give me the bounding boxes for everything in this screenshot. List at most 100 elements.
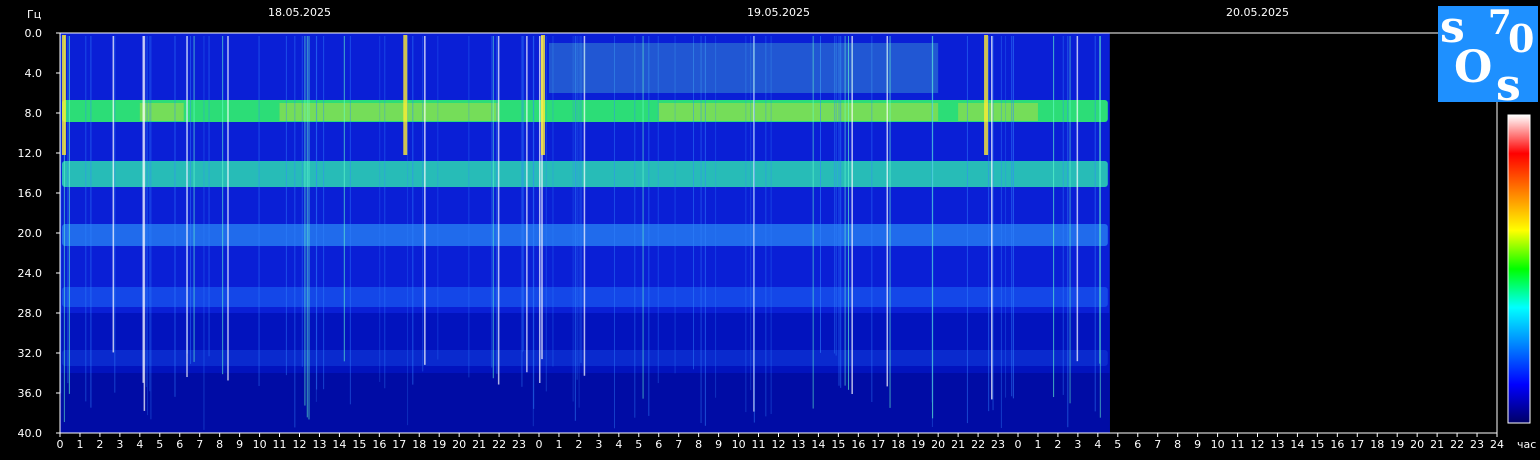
spectrogram-heatmap — [60, 33, 1110, 433]
x-tick-label: 20 — [931, 438, 945, 451]
interference-streak — [308, 36, 310, 420]
x-tick-label: 10 — [732, 438, 746, 451]
interference-streak — [437, 36, 439, 360]
x-tick-label: 12 — [772, 438, 786, 451]
interference-streak — [193, 36, 195, 362]
x-tick-label: 23 — [512, 438, 526, 451]
interference-streak — [379, 36, 381, 382]
logo-letter-s2: s — [1496, 60, 1521, 111]
burst-column — [540, 35, 545, 155]
interference-streak — [1000, 36, 1002, 429]
burst-column — [61, 35, 66, 155]
x-tick-label: 21 — [1430, 438, 1444, 451]
x-tick-label: 10 — [253, 438, 267, 451]
x-tick-label: 14 — [332, 438, 346, 451]
date-label: 20.05.2025 — [1226, 6, 1289, 19]
x-tick-label: 23 — [1470, 438, 1484, 451]
interference-streak — [491, 36, 493, 368]
interference-streak — [114, 36, 116, 393]
y-tick-label: 24.0 — [18, 267, 43, 280]
x-tick-label: 14 — [811, 438, 825, 451]
interference-streak — [613, 36, 615, 429]
x-tick-label: 16 — [372, 438, 386, 451]
interference-streak — [208, 36, 210, 357]
y-tick-label: 40.0 — [18, 427, 43, 440]
x-tick-label: 12 — [293, 438, 307, 451]
x-tick-label: 1 — [555, 438, 562, 451]
interference-streak — [700, 36, 702, 424]
interference-streak — [765, 36, 767, 417]
x-tick-label: 18 — [891, 438, 905, 451]
interference-streak — [1099, 36, 1101, 418]
colorbar-rect — [1507, 114, 1531, 424]
interference-streak — [150, 36, 152, 420]
interference-streak — [634, 36, 636, 418]
x-tick-label: 0 — [536, 438, 543, 451]
x-tick-label: 1 — [1034, 438, 1041, 451]
x-tick-label: 6 — [1134, 438, 1141, 451]
interference-streak — [545, 36, 547, 392]
interference-streak — [343, 36, 345, 362]
burst-column — [403, 35, 408, 155]
y-tick-label: 12.0 — [18, 147, 43, 160]
interference-streak — [1011, 36, 1013, 397]
interference-streak — [112, 36, 115, 353]
x-tick-label: 11 — [273, 438, 287, 451]
x-tick-label: 22 — [1450, 438, 1464, 451]
spectrogram-chart: Гц 0.0 4.0 8.0 12.0 16.0 20.0 24.0 28.0 32.0 36.0… — [18, 2, 1538, 451]
interference-streak — [227, 36, 229, 381]
interference-streak — [349, 36, 351, 405]
x-tick-label: 7 — [196, 438, 203, 451]
x-tick-label: 9 — [715, 438, 722, 451]
y-tick-label: 28.0 — [18, 307, 43, 320]
x-tick-label: 11 — [752, 438, 766, 451]
interference-streak — [1076, 36, 1079, 362]
x-tick-label: 24 — [1490, 438, 1504, 451]
heatmap-bottom-band — [60, 373, 1110, 433]
x-tick-label: 15 — [1310, 438, 1324, 451]
x-tick-label: 17 — [392, 438, 406, 451]
x-axis-label: час — [1517, 438, 1536, 451]
x-tick-label: 7 — [675, 438, 682, 451]
x-tick-label: 15 — [831, 438, 845, 451]
x-tick-label: 19 — [1390, 438, 1404, 451]
interference-streak — [149, 36, 151, 392]
x-tick-label: 18 — [412, 438, 426, 451]
date-label: 19.05.2025 — [747, 6, 810, 19]
interference-streak — [67, 36, 69, 384]
interference-streak — [424, 36, 426, 365]
interference-streak — [145, 36, 147, 388]
x-tick-label: 22 — [492, 438, 506, 451]
interference-streak — [1005, 36, 1007, 398]
x-tick-label: 12 — [1251, 438, 1265, 451]
y-tick-label: 32.0 — [18, 347, 43, 360]
x-tick-label: 8 — [1174, 438, 1181, 451]
top-noise — [548, 43, 939, 93]
x-tick-label: 9 — [236, 438, 243, 451]
x-tick-label: 1 — [76, 438, 83, 451]
x-tick-label: 2 — [96, 438, 103, 451]
x-tick-label: 6 — [655, 438, 662, 451]
date-label: 18.05.2025 — [268, 6, 331, 19]
x-tick-label: 19 — [911, 438, 925, 451]
x-tick-label: 9 — [1194, 438, 1201, 451]
x-tick-label: 14 — [1290, 438, 1304, 451]
interference-streak — [492, 36, 494, 379]
interference-streak — [538, 36, 541, 384]
y-tick-label: 16.0 — [18, 187, 43, 200]
x-tick-label: 21 — [951, 438, 965, 451]
x-tick-label: 16 — [1330, 438, 1344, 451]
x-tick-label: 10 — [1211, 438, 1225, 451]
x-tick-label: 5 — [635, 438, 642, 451]
interference-streak — [497, 36, 500, 385]
interference-streak — [285, 36, 287, 376]
plot-area — [59, 32, 1498, 434]
interference-streak — [468, 36, 470, 378]
interference-streak — [412, 36, 414, 385]
y-tick-label: 8.0 — [25, 107, 43, 120]
x-tick-label: 20 — [452, 438, 466, 451]
y-tick-label: 4.0 — [25, 67, 43, 80]
y-axis-ticks: 0.0 4.0 8.0 12.0 16.0 20.0 24.0 28.0 32.0 36.0 40.… — [18, 27, 60, 440]
interference-streak — [1012, 36, 1014, 399]
interference-streak — [384, 36, 386, 389]
